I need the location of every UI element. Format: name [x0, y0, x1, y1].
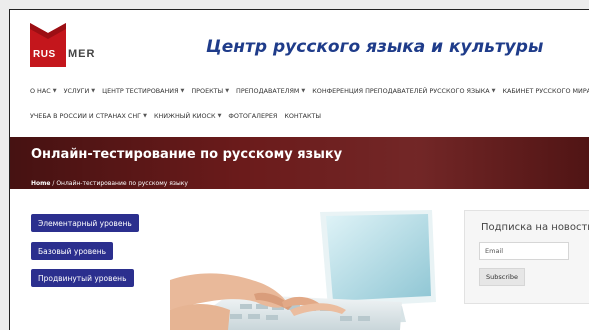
nav-item-5[interactable]: ПРЕПОДАВАТЕЛЯМ ▼ [236, 87, 305, 95]
nav-item-label: КОНФЕРЕНЦИЯ ПРЕПОДАВАТЕЛЕЙ РУССКОГО ЯЗЫК… [312, 87, 490, 95]
chevron-down-icon: ▼ [301, 88, 306, 94]
main-nav-row-2: УЧЕБА В РОССИИ И СТРАНАХ СНГ ▼ КНИЖНЫЙ КИО… [30, 110, 328, 122]
site-logo[interactable]: RUS MER [30, 23, 110, 67]
nav-item-label: УЧЕБА В РОССИИ И СТРАНАХ СНГ [30, 112, 142, 120]
subscribe-button[interactable]: Subscribe [479, 268, 525, 286]
nav-item-3[interactable]: ФОТОГАЛЕРЕЯ [228, 112, 277, 120]
elementary-level-button[interactable]: Элементарный уровень [31, 214, 139, 232]
nav-item-label: ЦЕНТР ТЕСТИРОВАНИЯ [102, 87, 179, 95]
newsletter-heading: Подписка на новости [481, 222, 589, 233]
nav-item-label: ПРЕПОДАВАТЕЛЯМ [236, 87, 300, 95]
chevron-down-icon: ▼ [143, 113, 147, 119]
nav-item-3[interactable]: ЦЕНТР ТЕСТИРОВАНИЯ ▼ [102, 87, 184, 95]
page: RUS MER Центр русского языка и культуры … [9, 9, 589, 330]
nav-item-1[interactable]: О НАС ▼ [30, 87, 57, 95]
site-title: Центр русского языка и культуры [206, 37, 544, 57]
nav-item-label: КОНТАКТЫ [284, 112, 322, 120]
nav-item-4[interactable]: ПРОЕКТЫ ▼ [191, 87, 229, 95]
newsletter-widget: Подписка на новости Subscribe [464, 210, 589, 304]
page-title: Онлайн-тестирование по русскому языку [31, 147, 343, 162]
chevron-down-icon: ▼ [491, 88, 496, 94]
logo-mer-text: MER [68, 48, 96, 60]
chevron-down-icon: ▼ [225, 88, 230, 94]
nav-item-2[interactable]: УСЛУГИ ▼ [64, 87, 96, 95]
nav-item-4[interactable]: КОНТАКТЫ [284, 112, 321, 120]
logo-shield-icon [30, 23, 66, 67]
chevron-down-icon: ▼ [217, 113, 222, 119]
nav-item-1[interactable]: УЧЕБА В РОССИИ И СТРАНАХ СНГ ▼ [30, 112, 147, 120]
nav-item-label: ФОТОГАЛЕРЕЯ [228, 112, 278, 120]
chevron-down-icon: ▼ [91, 88, 96, 94]
nav-item-label: О НАС [30, 87, 51, 95]
nav-item-label: УСЛУГИ [63, 87, 90, 95]
logo-rus-text: RUS [33, 49, 56, 60]
breadcrumb: Home / Онлайн-тестирование по русскому я… [31, 180, 188, 187]
nav-item-label: ПРОЕКТЫ [191, 87, 224, 95]
chevron-down-icon: ▼ [52, 88, 57, 94]
email-field[interactable] [479, 242, 569, 260]
main-nav-row-1: О НАС ▼ УСЛУГИ ▼ ЦЕНТР ТЕСТИРОВАНИЯ ▼ ПРОЕКТЫ ▼… [30, 85, 589, 97]
nav-item-label: КНИЖНЫЙ КИОСК [153, 112, 216, 120]
typing-hands-photo [170, 210, 438, 330]
breadcrumb-home-link[interactable]: Home [31, 180, 50, 187]
nav-item-6[interactable]: КОНФЕРЕНЦИЯ ПРЕПОДАВАТЕЛЕЙ РУССКОГО ЯЗЫК… [312, 87, 495, 95]
chevron-down-icon: ▼ [180, 88, 185, 94]
nav-item-7[interactable]: КАБИНЕТ РУССКОГО МИРА [502, 87, 589, 95]
basic-level-button[interactable]: Базовый уровень [31, 242, 114, 260]
breadcrumb-current: Онлайн-тестирование по русскому языку [56, 180, 188, 187]
advanced-level-button[interactable]: Продвинутый уровень [31, 269, 134, 287]
nav-item-2[interactable]: КНИЖНЫЙ КИОСК ▼ [154, 112, 221, 120]
nav-item-label: КАБИНЕТ РУССКОГО МИРА [502, 87, 589, 95]
